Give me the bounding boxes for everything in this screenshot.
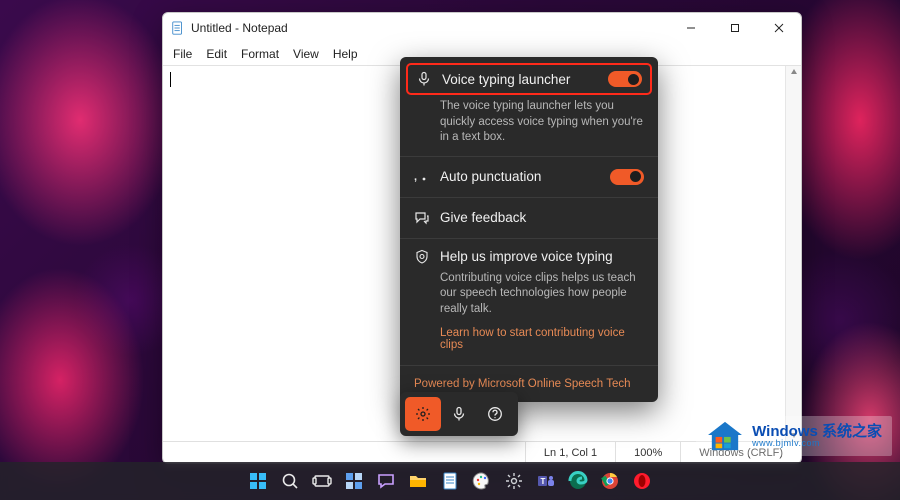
start-button[interactable] <box>245 468 271 494</box>
paint-button[interactable] <box>469 468 495 494</box>
widgets-icon <box>344 471 364 491</box>
menu-format[interactable]: Format <box>241 47 279 61</box>
contribute-voice-clips-link[interactable]: Learn how to start contributing voice cl… <box>400 327 658 365</box>
widgets-button[interactable] <box>341 468 367 494</box>
watermark-logo-icon <box>706 420 744 452</box>
shield-icon <box>414 249 430 265</box>
watermark-url: www.bjmlv.com <box>752 439 882 448</box>
microphone-icon <box>451 406 467 422</box>
voice-typing-launcher-row-highlight: Voice typing launcher <box>406 63 652 95</box>
windows-icon <box>248 471 268 491</box>
opera-button[interactable] <box>629 468 655 494</box>
voice-typing-toolbar <box>400 392 518 436</box>
voice-typing-launcher-desc: The voice typing launcher lets you quick… <box>400 95 658 157</box>
chrome-button[interactable] <box>597 468 623 494</box>
titlebar[interactable]: Untitled - Notepad <box>163 13 801 43</box>
give-feedback-label[interactable]: Give feedback <box>440 210 644 225</box>
vertical-scrollbar[interactable] <box>785 66 801 441</box>
voice-typing-launcher-label: Voice typing launcher <box>442 72 598 87</box>
text-caret <box>170 72 171 87</box>
window-title: Untitled - Notepad <box>191 21 288 35</box>
notepad-taskbar-button[interactable] <box>437 468 463 494</box>
chrome-icon <box>600 471 620 491</box>
chat-icon <box>376 471 396 491</box>
palette-icon <box>472 471 492 491</box>
svg-text:,: , <box>414 171 417 183</box>
file-explorer-button[interactable] <box>405 468 431 494</box>
menu-file[interactable]: File <box>173 47 192 61</box>
auto-punctuation-toggle[interactable] <box>610 169 644 185</box>
menu-edit[interactable]: Edit <box>206 47 227 61</box>
teams-icon: T <box>536 471 556 491</box>
chat-button[interactable] <box>373 468 399 494</box>
status-zoom: 100% <box>615 442 680 463</box>
search-icon <box>280 471 300 491</box>
auto-punctuation-icon: , <box>414 169 430 185</box>
menu-view[interactable]: View <box>293 47 319 61</box>
svg-text:T: T <box>541 477 546 486</box>
voice-typing-settings-button[interactable] <box>405 397 441 431</box>
notepad-icon <box>171 20 185 36</box>
minimize-button[interactable] <box>669 13 713 43</box>
settings-taskbar-button[interactable] <box>501 468 527 494</box>
close-button[interactable] <box>757 13 801 43</box>
improve-voice-typing-label: Help us improve voice typing <box>440 249 644 264</box>
menu-help[interactable]: Help <box>333 47 358 61</box>
task-view-icon <box>312 471 332 491</box>
scroll-up-icon[interactable] <box>790 68 798 76</box>
gear-icon <box>415 406 431 422</box>
edge-icon <box>568 471 588 491</box>
status-position: Ln 1, Col 1 <box>525 442 615 463</box>
folder-icon <box>408 471 428 491</box>
voice-typing-panel: Voice typing launcher The voice typing l… <box>400 57 658 402</box>
microphone-icon <box>416 71 432 87</box>
search-button[interactable] <box>277 468 303 494</box>
taskbar: T <box>0 462 900 500</box>
gear-icon <box>504 471 524 491</box>
edge-button[interactable] <box>565 468 591 494</box>
maximize-button[interactable] <box>713 13 757 43</box>
voice-typing-mic-button[interactable] <box>441 397 477 431</box>
watermark-brand: Windows 系统之家 <box>752 424 882 439</box>
auto-punctuation-label: Auto punctuation <box>440 169 600 184</box>
voice-typing-help-button[interactable] <box>477 397 513 431</box>
opera-icon <box>632 471 652 491</box>
improve-voice-typing-body: Contributing voice clips helps us teach … <box>400 269 658 328</box>
task-view-button[interactable] <box>309 468 335 494</box>
feedback-icon <box>414 210 430 226</box>
voice-typing-launcher-toggle[interactable] <box>608 71 642 87</box>
teams-button[interactable]: T <box>533 468 559 494</box>
notepad-icon <box>440 471 460 491</box>
help-icon <box>487 406 503 422</box>
watermark: Windows 系统之家 www.bjmlv.com <box>696 416 892 456</box>
